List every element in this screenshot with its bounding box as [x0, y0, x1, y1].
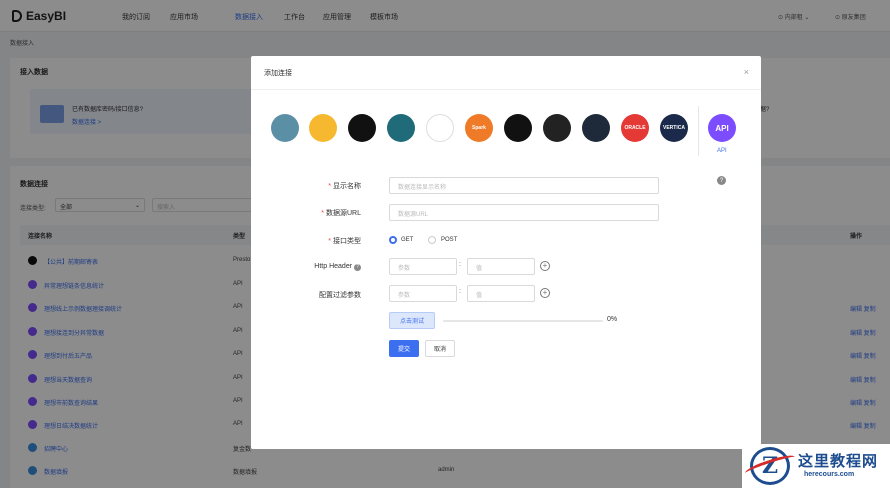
filter-value-input[interactable]: 值	[467, 285, 535, 302]
datasource-url-input[interactable]: 数据源URL	[389, 204, 659, 221]
datasource-kylin-icon[interactable]	[582, 114, 610, 142]
display-name-input[interactable]: 数据连接显示名称	[389, 177, 659, 194]
cancel-button[interactable]: 取消	[425, 340, 455, 357]
filter-key-input[interactable]: 参数	[389, 285, 457, 302]
method-get-label: GET	[401, 237, 414, 243]
header-key-input[interactable]: 参数	[389, 258, 457, 275]
datasource-dots-icon[interactable]	[348, 114, 376, 142]
display-name-label: * 显示名称	[328, 183, 361, 190]
datasource-clickhouse-like-icon[interactable]	[309, 114, 337, 142]
header-value-input[interactable]: 值	[467, 258, 535, 275]
datasource-label: Spark	[472, 125, 486, 131]
datasource-mysql-icon[interactable]	[271, 114, 299, 142]
modal-divider	[251, 89, 761, 90]
add-filter-icon[interactable]: +	[540, 288, 550, 298]
datasource-separator	[698, 106, 699, 156]
method-label: * 接口类型	[328, 238, 361, 245]
question-icon[interactable]: ?	[354, 264, 361, 271]
filter-colon: :	[459, 288, 461, 295]
close-icon[interactable]: ×	[744, 67, 749, 77]
watermark: Z 这里教程网 herecours.com	[742, 444, 890, 488]
help-icon[interactable]: ?	[717, 176, 726, 185]
datasource-sqlserver-icon[interactable]	[387, 114, 415, 142]
api-datasource-label: API	[717, 148, 727, 154]
add-header-icon[interactable]: +	[540, 261, 550, 271]
header-colon: :	[459, 261, 461, 268]
datasource-oracle-icon[interactable]: ORACLE	[621, 114, 649, 142]
filter-params-label: 配置过滤参数	[319, 292, 361, 299]
datasource-red-arrow-icon[interactable]	[543, 114, 571, 142]
datasource-clickhouse-icon[interactable]	[504, 114, 532, 142]
datasource-api-icon[interactable]: API	[708, 114, 736, 142]
http-header-label: Http Header ?	[281, 263, 361, 271]
test-progress-label: 0%	[607, 316, 618, 323]
datasource-spark-icon[interactable]: Spark	[465, 114, 493, 142]
datasource-vertica-icon[interactable]: VERTICA	[660, 114, 688, 142]
method-get-radio[interactable]	[389, 236, 397, 244]
submit-button[interactable]: 提交	[389, 340, 419, 357]
method-post-radio[interactable]	[428, 236, 436, 244]
datasource-label: API	[715, 123, 729, 133]
datasource-elastic-icon[interactable]	[426, 114, 454, 142]
test-connection-button[interactable]: 点击测试	[389, 312, 435, 329]
method-post-label: POST	[441, 237, 458, 243]
watermark-url: herecours.com	[804, 471, 855, 478]
test-progress-bar	[443, 320, 603, 322]
datasource-label: ORACLE	[624, 125, 646, 131]
watermark-title: 这里教程网	[798, 453, 879, 470]
add-connection-modal: 添加连接 × Spark ORACLE VERTICA API API ? * 显示名称…	[251, 56, 761, 449]
datasource-label: VERTICA	[663, 125, 685, 131]
datasource-url-label: * 数据源URL	[321, 210, 361, 217]
modal-title: 添加连接	[264, 70, 292, 77]
